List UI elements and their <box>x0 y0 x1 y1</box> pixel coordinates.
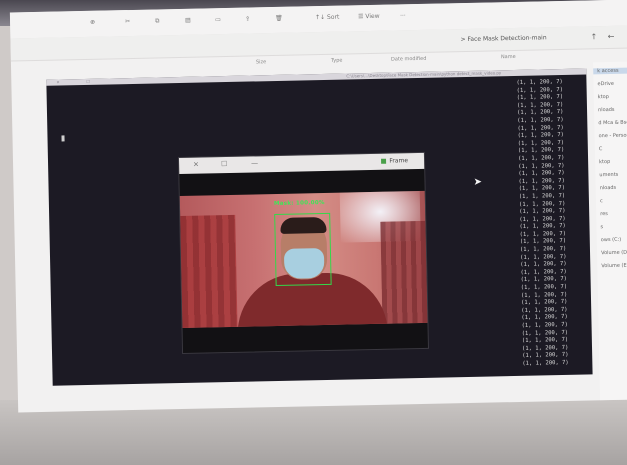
sort-button[interactable]: ↑↓ Sort <box>315 14 339 22</box>
toolbar-icon-rename[interactable]: ▭ <box>215 16 221 23</box>
sidebar-item[interactable]: eDrive <box>597 81 614 87</box>
app-icon <box>381 158 387 164</box>
toolbar-icon-delete[interactable]: 🗑 <box>275 15 283 22</box>
column-date-modified[interactable]: Date modified <box>391 56 427 63</box>
console-line: (1, 1, 200, 7) <box>522 359 569 367</box>
sidebar-item[interactable]: Volume (D:) <box>601 250 627 257</box>
console-close-icon[interactable]: ✕ <box>56 80 59 86</box>
sidebar-item[interactable]: k access <box>593 67 627 75</box>
sidebar-item[interactable]: ktop <box>599 159 610 165</box>
detection-label: Mask: 100.00% <box>273 199 325 208</box>
close-icon[interactable]: ✕ <box>193 161 199 169</box>
sidebar-item[interactable]: Volume (E:) <box>601 263 627 270</box>
scroll-marker <box>61 135 65 142</box>
sidebar-item[interactable]: uments <box>599 172 618 178</box>
curtain-right <box>380 220 428 324</box>
curtain-left <box>180 214 238 328</box>
sidebar-item[interactable]: c <box>600 198 603 204</box>
frame-window[interactable]: ✕ ☐ — Frame Mask: 100.00% <box>177 151 430 355</box>
column-size[interactable]: Size <box>256 59 266 65</box>
column-type[interactable]: Type <box>331 58 343 64</box>
detection-box <box>274 212 332 287</box>
frame-title-text: Frame <box>389 157 409 165</box>
mouse-pointer-icon: ➤ <box>473 176 483 188</box>
sidebar-item[interactable]: d Mca & Bsc Itt <box>598 119 627 126</box>
console-maximize-icon[interactable]: ☐ <box>86 79 90 85</box>
console-output: (1, 1, 200, 7) (1, 1, 200, 7) (1, 1, 200, … <box>516 78 592 368</box>
toolbar-icon-share[interactable]: ⇪ <box>245 16 250 23</box>
console-window[interactable]: ✕ ☐ C:\Users\...\Desktop\Face Mask Detec… <box>46 68 593 386</box>
monitor-screen: ⊕ ✂ ⧉ ▤ ▭ ⇪ 🗑 ↑↓ Sort ☰ View ··· > Face … <box>9 0 627 413</box>
nav-arrows[interactable]: ↑ ← <box>590 32 618 42</box>
maximize-icon[interactable]: ☐ <box>221 160 227 168</box>
more-button[interactable]: ··· <box>400 12 406 19</box>
column-name[interactable]: Name <box>501 54 516 60</box>
explorer-sidebar: k access eDrive ktop nloads d Mca & Bsc Itt o… <box>593 61 627 401</box>
frame-titlebar: ✕ ☐ — Frame <box>178 152 425 175</box>
console-title: C:\Users\...\Desktop\Face Mask Detection… <box>346 70 502 79</box>
view-button[interactable]: ☰ View <box>358 13 380 20</box>
sidebar-item[interactable]: ktop <box>598 94 609 100</box>
toolbar-icon-cut[interactable]: ✂ <box>125 18 130 25</box>
sidebar-item[interactable]: nloads <box>600 185 617 191</box>
minimize-icon[interactable]: — <box>251 159 258 167</box>
toolbar-icon-paste[interactable]: ▤ <box>185 17 191 24</box>
address-path: > Face Mask Detection-main <box>460 34 547 44</box>
webcam-video-feed: Mask: 100.00% <box>179 190 428 328</box>
toolbar-icon-new[interactable]: ⊕ <box>90 19 95 26</box>
sidebar-item[interactable]: ows (C:) <box>601 237 622 243</box>
toolbar-icon-copy[interactable]: ⧉ <box>155 17 159 25</box>
sidebar-item[interactable]: s <box>600 224 603 230</box>
frame-title: Frame <box>381 157 408 165</box>
sidebar-item[interactable]: C <box>599 146 603 152</box>
sidebar-item[interactable]: one - Personal <box>599 132 627 139</box>
sidebar-item[interactable]: res <box>600 211 608 217</box>
sidebar-item[interactable]: nloads <box>598 107 615 113</box>
